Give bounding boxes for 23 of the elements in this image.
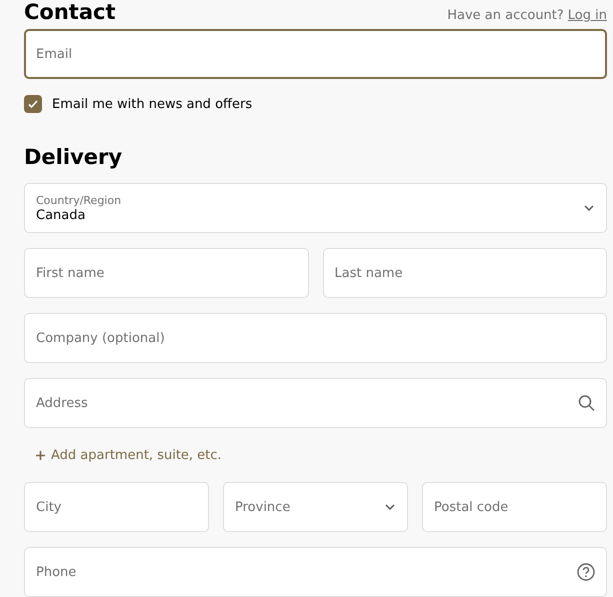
check-icon bbox=[27, 98, 39, 110]
checkbox-label: Email me with news and offers bbox=[52, 96, 252, 112]
contact-heading: Contact bbox=[24, 0, 116, 26]
checkbox[interactable] bbox=[24, 95, 42, 113]
help-icon[interactable] bbox=[577, 563, 595, 581]
delivery-heading: Delivery bbox=[24, 144, 124, 171]
input-field[interactable]: Company (optional) bbox=[24, 313, 607, 363]
input-field[interactable]: Postal code bbox=[422, 482, 607, 532]
add-apartment-link[interactable]: Add apartment, suite, etc. bbox=[24, 443, 234, 467]
email-field[interactable]: Email bbox=[24, 29, 607, 79]
phone-field[interactable]: Phone bbox=[24, 547, 607, 597]
select-field[interactable]: Province bbox=[223, 482, 408, 532]
plus-icon bbox=[36, 450, 45, 460]
input-field[interactable]: Last name bbox=[322, 248, 607, 298]
input-field[interactable]: First name bbox=[24, 248, 308, 298]
input-field[interactable]: City bbox=[24, 482, 209, 532]
search-icon[interactable] bbox=[578, 394, 595, 412]
field-value: Canada bbox=[36, 208, 86, 222]
country-select[interactable]: Country/Region Canada bbox=[24, 183, 607, 233]
account-prompt: Have an account? bbox=[447, 7, 564, 25]
login-link[interactable]: Log in bbox=[568, 6, 607, 26]
field-label: Country/Region bbox=[36, 194, 122, 206]
address-field[interactable]: Address bbox=[24, 378, 607, 428]
